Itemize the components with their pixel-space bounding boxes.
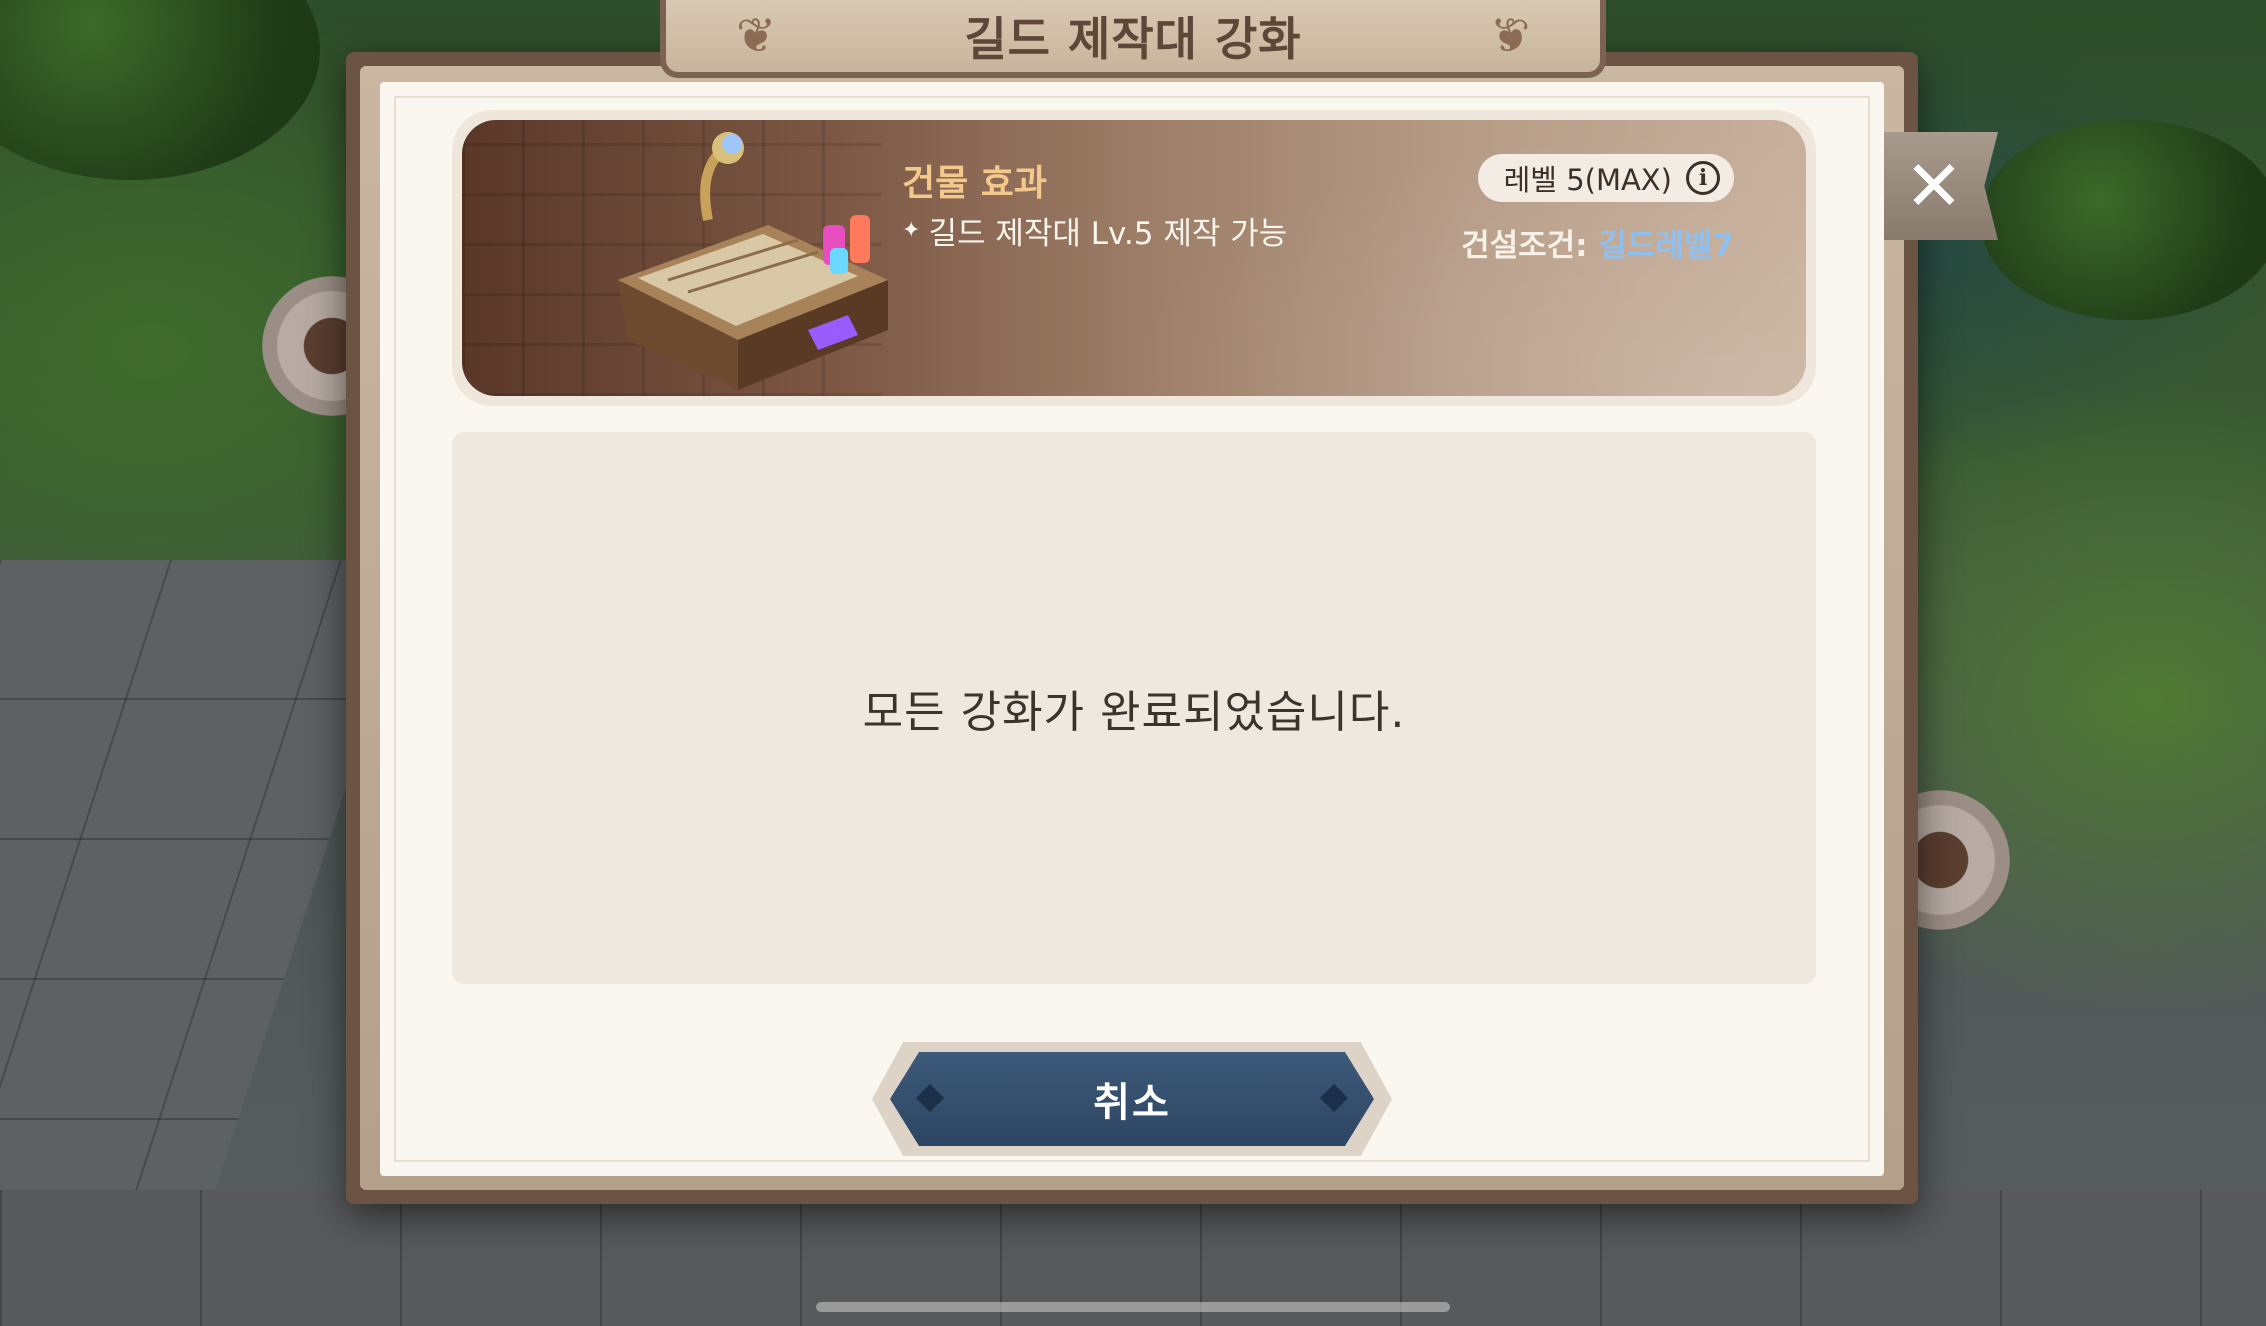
effect-text: 길드 제작대 Lv.5 제작 가능 <box>928 216 1288 252</box>
title-tab: ❦ 길드 제작대 강화 ❦ <box>660 0 1606 78</box>
tree-foliage <box>0 0 320 180</box>
home-indicator <box>816 1302 1450 1312</box>
level-label: 레벨 5(MAX) <box>1503 163 1672 197</box>
close-button[interactable]: ✕ <box>1884 132 1998 240</box>
info-icon[interactable]: i <box>1686 161 1720 195</box>
close-icon: ✕ <box>1904 145 1964 227</box>
sparkle-bullet-icon: ✦ <box>902 218 921 243</box>
ornament-icon: ❦ <box>736 8 777 64</box>
building-info-banner: 건물 효과 ✦ 길드 제작대 Lv.5 제작 가능 레벨 5(MAX) i 건설… <box>452 110 1816 406</box>
diamond-ornament-icon <box>1319 1083 1349 1113</box>
build-condition-label: 건설조건: <box>1461 228 1599 264</box>
banner-background: 건물 효과 ✦ 길드 제작대 Lv.5 제작 가능 레벨 5(MAX) i 건설… <box>462 120 1806 396</box>
completion-message: 모든 강화가 완료되었습니다. <box>862 687 1406 738</box>
build-condition: 건설조건: 길드레벨7 <box>1461 220 1734 265</box>
page-title: 길드 제작대 강화 <box>964 12 1302 66</box>
effect-title: 건물 효과 <box>902 163 1048 204</box>
level-badge: 레벨 5(MAX) i <box>1477 154 1734 202</box>
effect-description: ✦ 길드 제작대 Lv.5 제작 가능 <box>902 208 1287 253</box>
build-condition-value: 길드레벨7 <box>1598 228 1734 264</box>
cancel-button-label: 취소 <box>1093 1080 1171 1126</box>
message-panel: 모든 강화가 완료되었습니다. <box>452 432 1816 984</box>
game-scene-background: ❦ 길드 제작대 강화 ❦ 건물 효과 ✦ 길드 제작대 Lv.5 제작 가능 … <box>0 0 2266 1326</box>
ornament-icon: ❦ <box>1489 8 1530 64</box>
bush-foliage <box>1980 120 2266 320</box>
crafting-table-icon <box>618 132 888 390</box>
cancel-button[interactable]: 취소 <box>890 1052 1374 1146</box>
diamond-ornament-icon <box>915 1083 945 1113</box>
